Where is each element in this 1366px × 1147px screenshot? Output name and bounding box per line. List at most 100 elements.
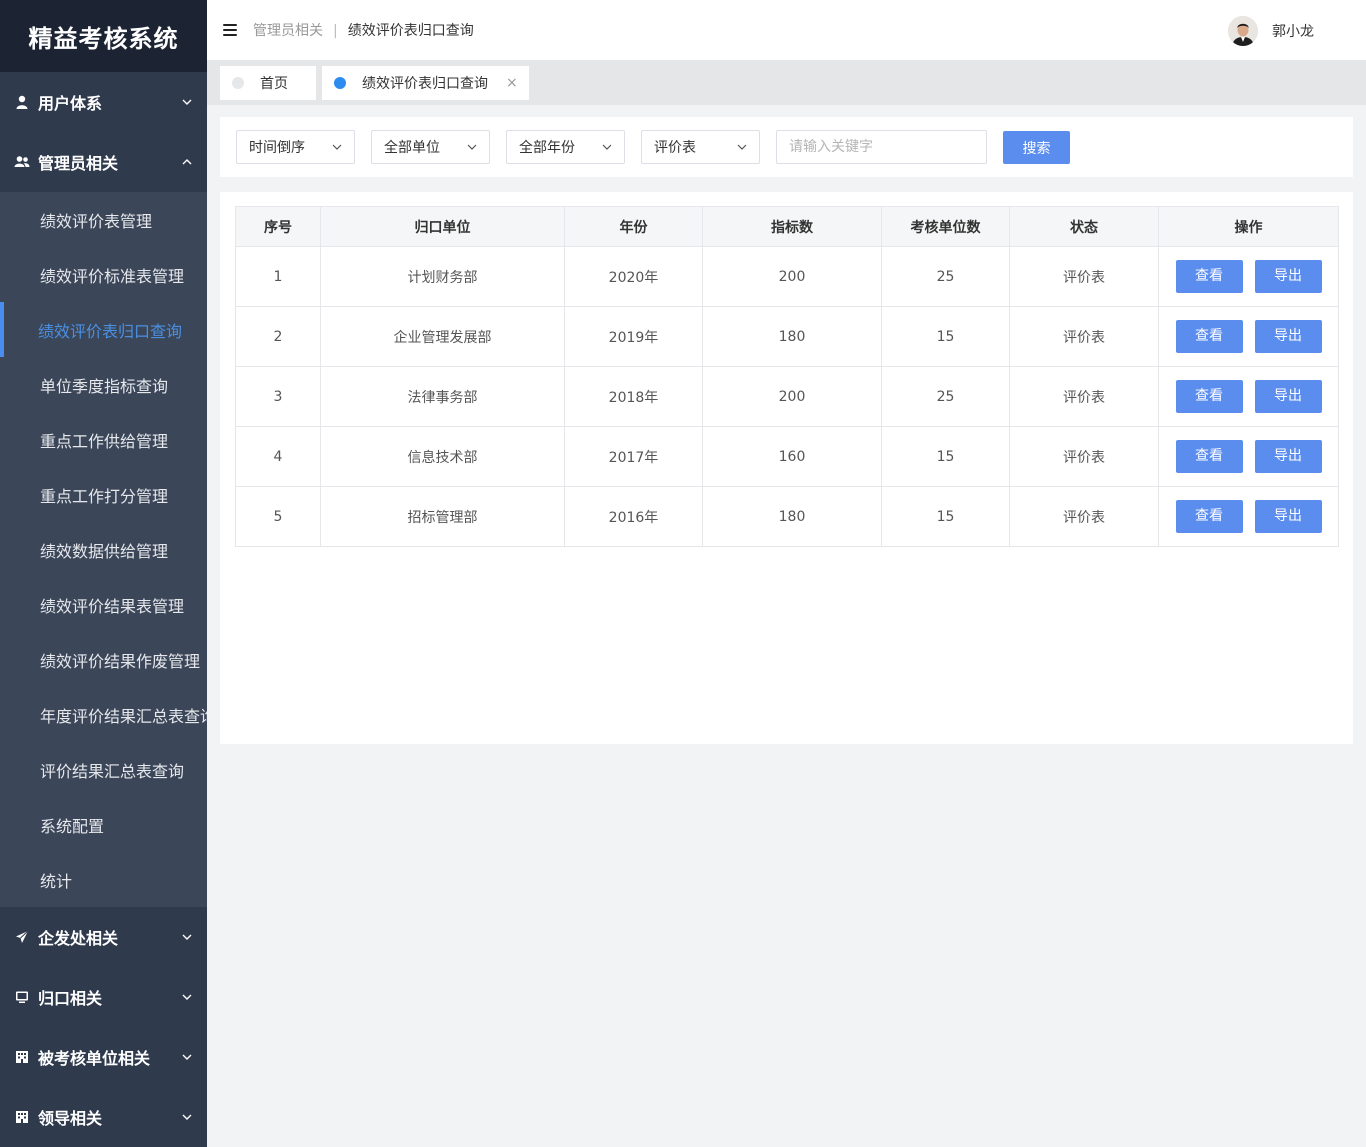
chevron-down-icon <box>182 1114 192 1120</box>
cell-actions: 查看 导出 <box>1158 306 1339 367</box>
monitor-icon <box>14 989 30 1005</box>
column-header-unit: 归口单位 <box>320 206 565 247</box>
unit-select[interactable]: 全部单位 <box>371 130 490 164</box>
sidebar-item-evaluation-form-management[interactable]: 绩效评价表管理 <box>0 192 207 247</box>
menu-group-label: 归口相关 <box>38 989 103 1008</box>
sort-select[interactable]: 时间倒序 <box>236 130 355 164</box>
cell-year: 2016年 <box>564 486 703 547</box>
table-row: 4 信息技术部 2017年 160 15 评价表 查看 导出 <box>235 426 1339 487</box>
menu-group-centralized[interactable]: 归口相关 <box>0 967 207 1027</box>
sidebar-item-result-void-management[interactable]: 绩效评价结果作废管理 <box>0 632 207 687</box>
top-header: 管理员相关 | 绩效评价表归口查询 郭小龙 <box>207 0 1366 60</box>
tab-status-dot <box>232 77 244 89</box>
search-button[interactable]: 搜索 <box>1003 131 1070 164</box>
chevron-down-icon <box>467 144 477 150</box>
sidebar-item-quarterly-indicator-query[interactable]: 单位季度指标查询 <box>0 357 207 412</box>
column-header-actions: 操作 <box>1158 206 1339 247</box>
cell-assessed-units: 25 <box>881 366 1010 427</box>
sidebar-item-evaluation-standard-management[interactable]: 绩效评价标准表管理 <box>0 247 207 302</box>
menu-group-label: 企发处相关 <box>38 929 119 948</box>
building-icon <box>14 1049 30 1065</box>
tab-home[interactable]: 首页 <box>220 66 316 100</box>
sidebar-item-statistics[interactable]: 统计 <box>0 852 207 907</box>
cell-index: 4 <box>235 426 321 487</box>
cell-indicators: 180 <box>702 306 882 367</box>
cell-indicators: 160 <box>702 426 882 487</box>
sidebar-item-annual-summary-query[interactable]: 年度评价结果汇总表查询 <box>0 687 207 742</box>
cell-assessed-units: 15 <box>881 306 1010 367</box>
cell-actions: 查看 导出 <box>1158 366 1339 427</box>
close-icon[interactable]: × <box>506 75 518 91</box>
sidebar-item-evaluation-form-query[interactable]: 绩效评价表归口查询 <box>0 302 207 357</box>
export-button[interactable]: 导出 <box>1254 440 1322 473</box>
cell-status: 评价表 <box>1009 426 1159 487</box>
breadcrumb: 管理员相关 | 绩效评价表归口查询 <box>253 20 474 40</box>
building-icon <box>14 1109 30 1125</box>
column-header-index: 序号 <box>235 206 321 247</box>
chevron-up-icon <box>182 159 192 165</box>
menu-group-label: 领导相关 <box>38 1109 103 1128</box>
chevron-down-icon <box>182 99 192 105</box>
menu-group-user-system[interactable]: 用户体系 <box>0 72 207 132</box>
cell-unit: 信息技术部 <box>320 426 565 487</box>
sidebar-item-summary-query[interactable]: 评价结果汇总表查询 <box>0 742 207 797</box>
table-panel: 序号 归口单位 年份 指标数 考核单位数 状态 操作 1 计划财务部 2020年… <box>220 192 1353 744</box>
menu-toggle-icon[interactable] <box>223 24 237 36</box>
menu-group-label: 管理员相关 <box>38 154 119 173</box>
chevron-down-icon <box>332 144 342 150</box>
table-row: 2 企业管理发展部 2019年 180 15 评价表 查看 导出 <box>235 306 1339 367</box>
cell-status: 评价表 <box>1009 246 1159 307</box>
cell-actions: 查看 导出 <box>1158 246 1339 307</box>
table-row: 3 法律事务部 2018年 200 25 评价表 查看 导出 <box>235 366 1339 427</box>
cell-unit: 法律事务部 <box>320 366 565 427</box>
export-button[interactable]: 导出 <box>1254 500 1322 533</box>
cell-assessed-units: 15 <box>881 426 1010 487</box>
keyword-search-input[interactable] <box>776 130 987 164</box>
cell-indicators: 180 <box>702 486 882 547</box>
filter-panel: 时间倒序 全部单位 全部年份 评价表 搜索 <box>220 117 1353 177</box>
sidebar-item-system-config[interactable]: 系统配置 <box>0 797 207 852</box>
sidebar-item-performance-data-supply[interactable]: 绩效数据供给管理 <box>0 522 207 577</box>
sidebar-item-key-work-supply[interactable]: 重点工作供给管理 <box>0 412 207 467</box>
menu-group-enterprise-dev[interactable]: 企发处相关 <box>0 907 207 967</box>
chevron-down-icon <box>602 144 612 150</box>
cell-index: 3 <box>235 366 321 427</box>
tab-label: 首页 <box>260 76 288 92</box>
cell-assessed-units: 25 <box>881 246 1010 307</box>
cell-year: 2017年 <box>564 426 703 487</box>
export-button[interactable]: 导出 <box>1254 380 1322 413</box>
column-header-assessed-units: 考核单位数 <box>881 206 1010 247</box>
table-header-row: 序号 归口单位 年份 指标数 考核单位数 状态 操作 <box>235 206 1339 247</box>
view-button[interactable]: 查看 <box>1175 380 1243 413</box>
export-button[interactable]: 导出 <box>1254 260 1322 293</box>
tab-evaluation-form-query[interactable]: 绩效评价表归口查询 × <box>322 66 529 100</box>
cell-index: 2 <box>235 306 321 367</box>
cell-index: 1 <box>235 246 321 307</box>
form-type-select-value: 评价表 <box>654 140 696 156</box>
tab-label: 绩效评价表归口查询 <box>362 76 488 92</box>
breadcrumb-parent[interactable]: 管理员相关 <box>253 23 323 39</box>
year-select[interactable]: 全部年份 <box>506 130 625 164</box>
tab-bar: 首页 绩效评价表归口查询 × <box>207 60 1366 105</box>
chevron-down-icon <box>182 934 192 940</box>
cell-year: 2018年 <box>564 366 703 427</box>
sidebar-item-result-form-management[interactable]: 绩效评价结果表管理 <box>0 577 207 632</box>
user-menu[interactable]: 郭小龙 <box>1228 16 1314 46</box>
view-button[interactable]: 查看 <box>1175 260 1243 293</box>
tab-status-dot <box>334 77 346 89</box>
menu-group-assessed-units[interactable]: 被考核单位相关 <box>0 1027 207 1087</box>
cell-index: 5 <box>235 486 321 547</box>
export-button[interactable]: 导出 <box>1254 320 1322 353</box>
menu-group-leadership[interactable]: 领导相关 <box>0 1087 207 1147</box>
user-name: 郭小龙 <box>1272 24 1314 40</box>
view-button[interactable]: 查看 <box>1175 320 1243 353</box>
users-icon <box>14 154 30 170</box>
form-type-select[interactable]: 评价表 <box>641 130 760 164</box>
sidebar-item-key-work-scoring[interactable]: 重点工作打分管理 <box>0 467 207 522</box>
cell-unit: 招标管理部 <box>320 486 565 547</box>
avatar[interactable] <box>1228 16 1258 46</box>
menu-group-admin[interactable]: 管理员相关 <box>0 132 207 192</box>
cell-actions: 查看 导出 <box>1158 486 1339 547</box>
view-button[interactable]: 查看 <box>1175 500 1243 533</box>
view-button[interactable]: 查看 <box>1175 440 1243 473</box>
